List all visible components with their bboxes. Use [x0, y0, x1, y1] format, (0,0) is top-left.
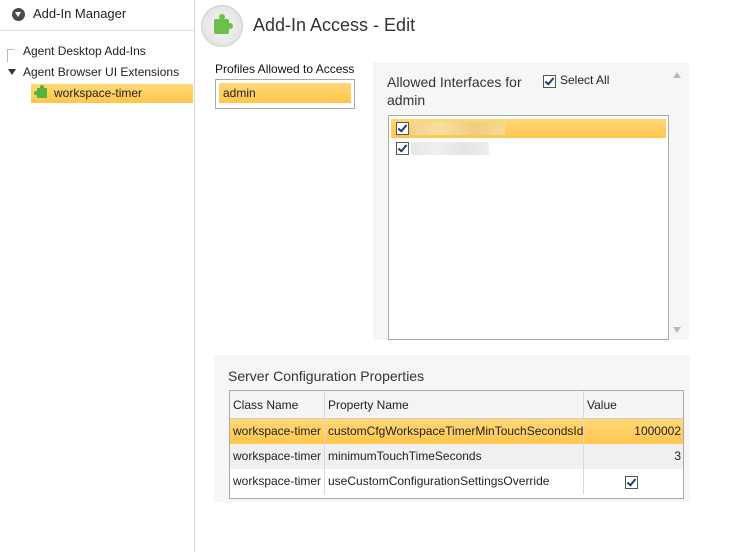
- tree-item-agent-browser-ui-extensions[interactable]: Agent Browser UI Extensions: [23, 65, 179, 79]
- table-row[interactable]: workspace-timer useCustomConfigurationSe…: [230, 469, 683, 494]
- puzzle-piece-icon: [214, 14, 233, 34]
- tree-item-label: workspace-timer: [54, 86, 143, 100]
- server-configuration-panel: Server Configuration Properties Class Na…: [214, 355, 690, 502]
- column-header-class-name[interactable]: Class Name: [230, 391, 325, 418]
- tree-connector: [7, 49, 14, 62]
- allowed-interfaces-panel: Allowed Interfaces for admin Select All: [373, 62, 689, 340]
- select-all-label[interactable]: Select All: [560, 73, 609, 87]
- select-all-checkbox[interactable]: [543, 75, 556, 88]
- server-configuration-grid[interactable]: Class Name Property Name Value workspace…: [229, 390, 684, 499]
- addin-manager-panel: Add-In Manager Agent Desktop Add-Ins Age…: [0, 0, 195, 552]
- class-name-cell: workspace-timer: [230, 419, 325, 444]
- allowed-interfaces-profile: admin: [387, 92, 426, 108]
- tree-item-workspace-timer[interactable]: workspace-timer: [31, 84, 193, 103]
- tree-item-agent-desktop-addins[interactable]: Agent Desktop Add-Ins: [23, 44, 146, 58]
- server-configuration-title: Server Configuration Properties: [228, 368, 425, 384]
- addin-manager-header[interactable]: Add-In Manager: [0, 0, 194, 31]
- profiles-label: Profiles Allowed to Access: [215, 62, 355, 76]
- allowed-interfaces-title: Allowed Interfaces for: [387, 74, 522, 90]
- value-cell[interactable]: [584, 469, 683, 494]
- property-name-cell: useCustomConfigurationSettingsOverride: [325, 469, 584, 494]
- class-name-cell: workspace-timer: [230, 469, 325, 494]
- addin-manager-title: Add-In Manager: [33, 6, 127, 21]
- redacted-interface-name: [411, 122, 505, 135]
- profile-item-admin[interactable]: admin: [219, 83, 351, 103]
- scroll-up-icon[interactable]: [673, 72, 681, 78]
- interface-item[interactable]: [391, 119, 666, 138]
- interface-checkbox[interactable]: [396, 142, 409, 155]
- value-cell[interactable]: 1000002: [584, 419, 683, 444]
- interfaces-list[interactable]: [388, 115, 669, 340]
- interface-checkbox[interactable]: [396, 122, 409, 135]
- grid-header-row: Class Name Property Name Value: [230, 391, 683, 419]
- value-checkbox[interactable]: [625, 476, 638, 489]
- redacted-interface-name: [411, 142, 489, 155]
- profiles-list[interactable]: admin: [215, 79, 355, 109]
- puzzle-piece-icon: [34, 85, 47, 98]
- value-cell[interactable]: 3: [584, 444, 683, 469]
- table-row[interactable]: workspace-timer customCfgWorkspaceTimerM…: [230, 419, 683, 444]
- addin-puzzle-icon: [201, 5, 243, 47]
- column-header-value[interactable]: Value: [584, 391, 683, 418]
- expand-arrow-icon[interactable]: [8, 69, 16, 75]
- chevron-circle-down-icon[interactable]: [12, 8, 25, 21]
- profile-item-label: admin: [223, 86, 256, 100]
- page-title: Add-In Access - Edit: [253, 15, 416, 35]
- interface-item[interactable]: [391, 139, 666, 158]
- property-name-cell: minimumTouchTimeSeconds: [325, 444, 584, 469]
- property-name-cell: customCfgWorkspaceTimerMinTouchSecondsId: [325, 419, 584, 444]
- class-name-cell: workspace-timer: [230, 444, 325, 469]
- scroll-down-icon[interactable]: [673, 327, 681, 333]
- column-header-property-name[interactable]: Property Name: [325, 391, 584, 418]
- table-row[interactable]: workspace-timer minimumTouchTimeSeconds …: [230, 444, 683, 469]
